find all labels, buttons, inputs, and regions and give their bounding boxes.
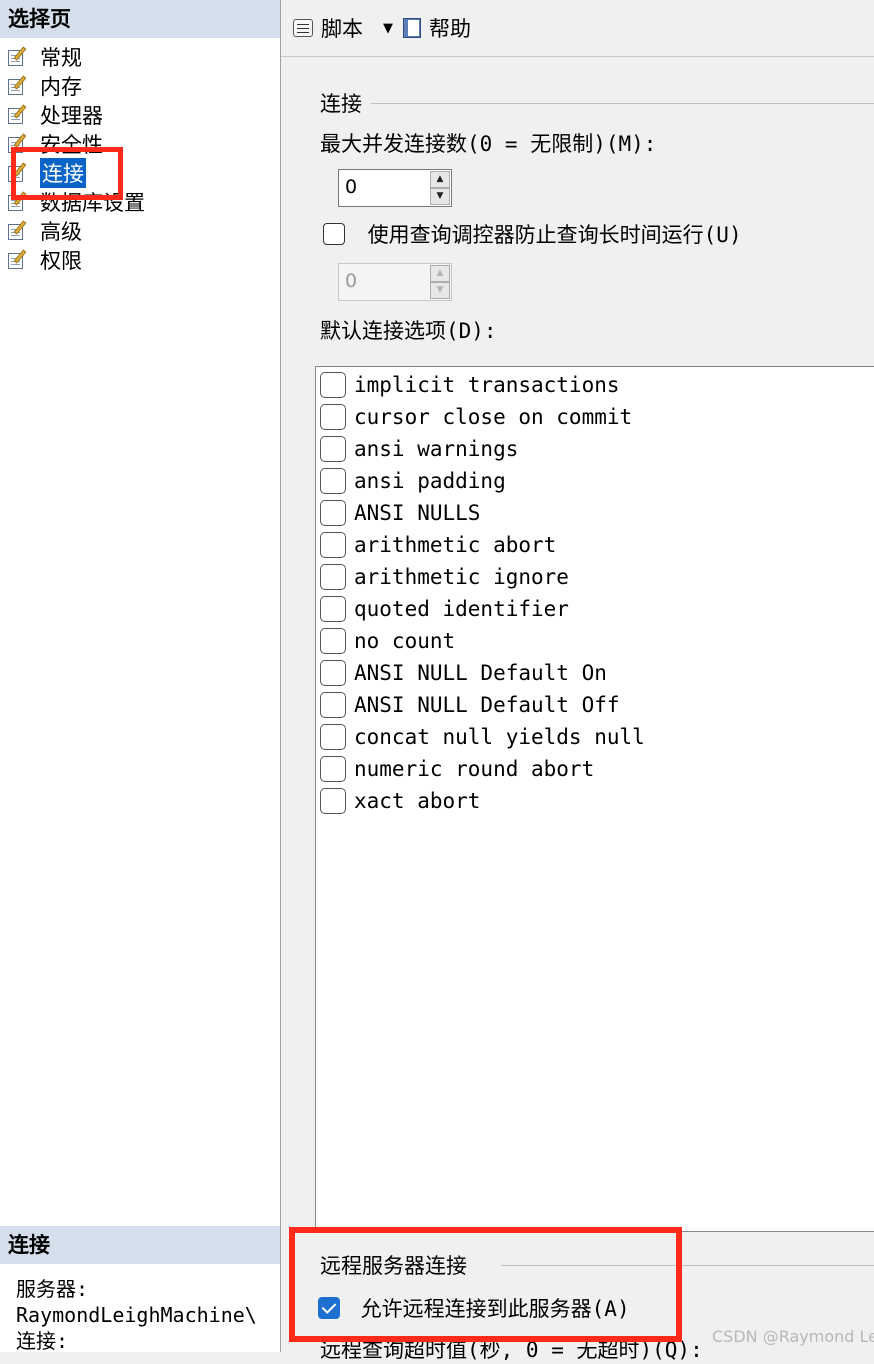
- option-label: ANSI NULL Default On: [354, 661, 607, 685]
- option-numeric-round-abort[interactable]: numeric round abort: [320, 753, 594, 785]
- help-label: 帮助: [429, 17, 471, 41]
- max-connections-value: 0: [345, 176, 358, 198]
- script-icon: [291, 16, 315, 40]
- default-options-list[interactable]: implicit transactions cursor close on co…: [315, 366, 874, 1232]
- connections-group-title: 连接: [320, 88, 370, 118]
- server-label: 服务器:: [16, 1277, 89, 1301]
- option-checkbox[interactable]: [320, 532, 346, 558]
- option-ansi-nulls[interactable]: ANSI NULLS: [320, 497, 480, 529]
- page-item-permissions[interactable]: 权限: [6, 245, 145, 274]
- option-checkbox[interactable]: [320, 788, 346, 814]
- page-item-label: 处理器: [40, 103, 103, 128]
- server-value: RaymondLeighMachine\: [16, 1303, 257, 1327]
- option-checkbox[interactable]: [320, 564, 346, 590]
- option-label: ansi warnings: [354, 437, 519, 461]
- option-implicit-transactions[interactable]: implicit transactions: [320, 369, 620, 401]
- left-pane: 选择页 常规 内存 处理器 安全性 连接 数据库设置 高级 权限 连接 服务器:…: [0, 0, 281, 1354]
- option-xact-abort[interactable]: xact abort: [320, 785, 480, 817]
- option-checkbox[interactable]: [320, 468, 346, 494]
- page-item-processors[interactable]: 处理器: [6, 100, 145, 129]
- option-label: numeric round abort: [354, 757, 595, 781]
- page-item-label: 内存: [40, 74, 82, 99]
- page-item-general[interactable]: 常规: [6, 42, 145, 71]
- option-concat-null-yields-null[interactable]: concat null yields null: [320, 721, 645, 753]
- main-content: 连接 最大并发连接数(0 = 无限制)(M): 0 ▲ ▼ 使用查询调控器防止查…: [281, 58, 874, 1362]
- spin-down-icon: ▼: [430, 282, 450, 299]
- properties-page-icon: [6, 45, 30, 68]
- connection-label: 连接:: [16, 1329, 69, 1353]
- option-label: ANSI NULLS: [354, 501, 481, 525]
- option-quoted-identifier[interactable]: quoted identifier: [320, 593, 569, 625]
- option-checkbox[interactable]: [320, 756, 346, 782]
- page-item-label: 权限: [40, 248, 82, 273]
- properties-page-icon: [6, 74, 30, 97]
- chevron-down-icon[interactable]: ▼: [383, 21, 393, 36]
- option-checkbox[interactable]: [320, 500, 346, 526]
- option-label: implicit transactions: [354, 373, 620, 397]
- option-label: cursor close on commit: [354, 405, 633, 429]
- option-checkbox[interactable]: [320, 660, 346, 686]
- properties-page-icon: [6, 219, 30, 242]
- option-cursor-close-on-commit[interactable]: cursor close on commit: [320, 401, 632, 433]
- script-label: 脚本: [321, 17, 363, 41]
- option-label: ANSI NULL Default Off: [354, 693, 620, 717]
- query-governor-label: 使用查询调控器防止查询长时间运行(U): [367, 223, 742, 247]
- page-item-label: 高级: [40, 219, 82, 244]
- properties-page-icon: [6, 248, 30, 271]
- page-item-memory[interactable]: 内存: [6, 71, 145, 100]
- max-connections-spinner[interactable]: 0 ▲ ▼: [338, 169, 452, 207]
- query-governor-spinner: 0 ▲ ▼: [338, 263, 452, 301]
- query-governor-checkbox[interactable]: [323, 223, 345, 245]
- select-page-header: 选择页: [0, 0, 280, 38]
- spin-down-icon[interactable]: ▼: [430, 188, 450, 205]
- spin-up-icon: ▲: [430, 265, 450, 282]
- page-item-label: 常规: [40, 45, 82, 70]
- option-checkbox[interactable]: [320, 628, 346, 654]
- default-options-label: 默认连接选项(D):: [320, 319, 497, 343]
- option-checkbox[interactable]: [320, 372, 346, 398]
- highlight-box-remote: [289, 1227, 682, 1342]
- help-button[interactable]: 帮助: [401, 13, 471, 43]
- option-label: xact abort: [354, 789, 481, 813]
- watermark: CSDN @Raymond Leigh: [712, 1327, 874, 1346]
- option-checkbox[interactable]: [320, 596, 346, 622]
- option-ansi-null-default-on[interactable]: ANSI NULL Default On: [320, 657, 607, 689]
- page-item-advanced[interactable]: 高级: [6, 216, 145, 245]
- query-governor-value: 0: [345, 270, 358, 292]
- group-divider: [371, 103, 874, 104]
- option-arithmetic-ignore[interactable]: arithmetic ignore: [320, 561, 569, 593]
- option-arithmetic-abort[interactable]: arithmetic abort: [320, 529, 556, 561]
- option-checkbox[interactable]: [320, 436, 346, 462]
- option-checkbox[interactable]: [320, 724, 346, 750]
- option-label: arithmetic abort: [354, 533, 557, 557]
- query-governor-row[interactable]: 使用查询调控器防止查询长时间运行(U): [323, 219, 742, 249]
- properties-page-icon: [6, 103, 30, 126]
- option-label: quoted identifier: [354, 597, 569, 621]
- option-label: concat null yields null: [354, 725, 645, 749]
- option-ansi-warnings[interactable]: ansi warnings: [320, 433, 518, 465]
- connection-info: 服务器: RaymondLeighMachine\ 连接:: [16, 1276, 257, 1354]
- help-book-icon: [401, 16, 423, 40]
- highlight-box-connections: [11, 147, 123, 200]
- max-connections-label: 最大并发连接数(0 = 无限制)(M):: [320, 132, 657, 156]
- toolbar: 脚本 ▼ 帮助: [281, 0, 874, 57]
- script-button[interactable]: 脚本: [291, 13, 363, 43]
- option-label: ansi padding: [354, 469, 506, 493]
- option-label: arithmetic ignore: [354, 565, 569, 589]
- option-ansi-padding[interactable]: ansi padding: [320, 465, 506, 497]
- option-checkbox[interactable]: [320, 692, 346, 718]
- spin-up-icon[interactable]: ▲: [430, 171, 450, 188]
- option-label: no count: [354, 629, 456, 653]
- connection-section-header: 连接: [0, 1226, 280, 1264]
- option-checkbox[interactable]: [320, 404, 346, 430]
- option-ansi-null-default-off[interactable]: ANSI NULL Default Off: [320, 689, 620, 721]
- option-no-count[interactable]: no count: [320, 625, 455, 657]
